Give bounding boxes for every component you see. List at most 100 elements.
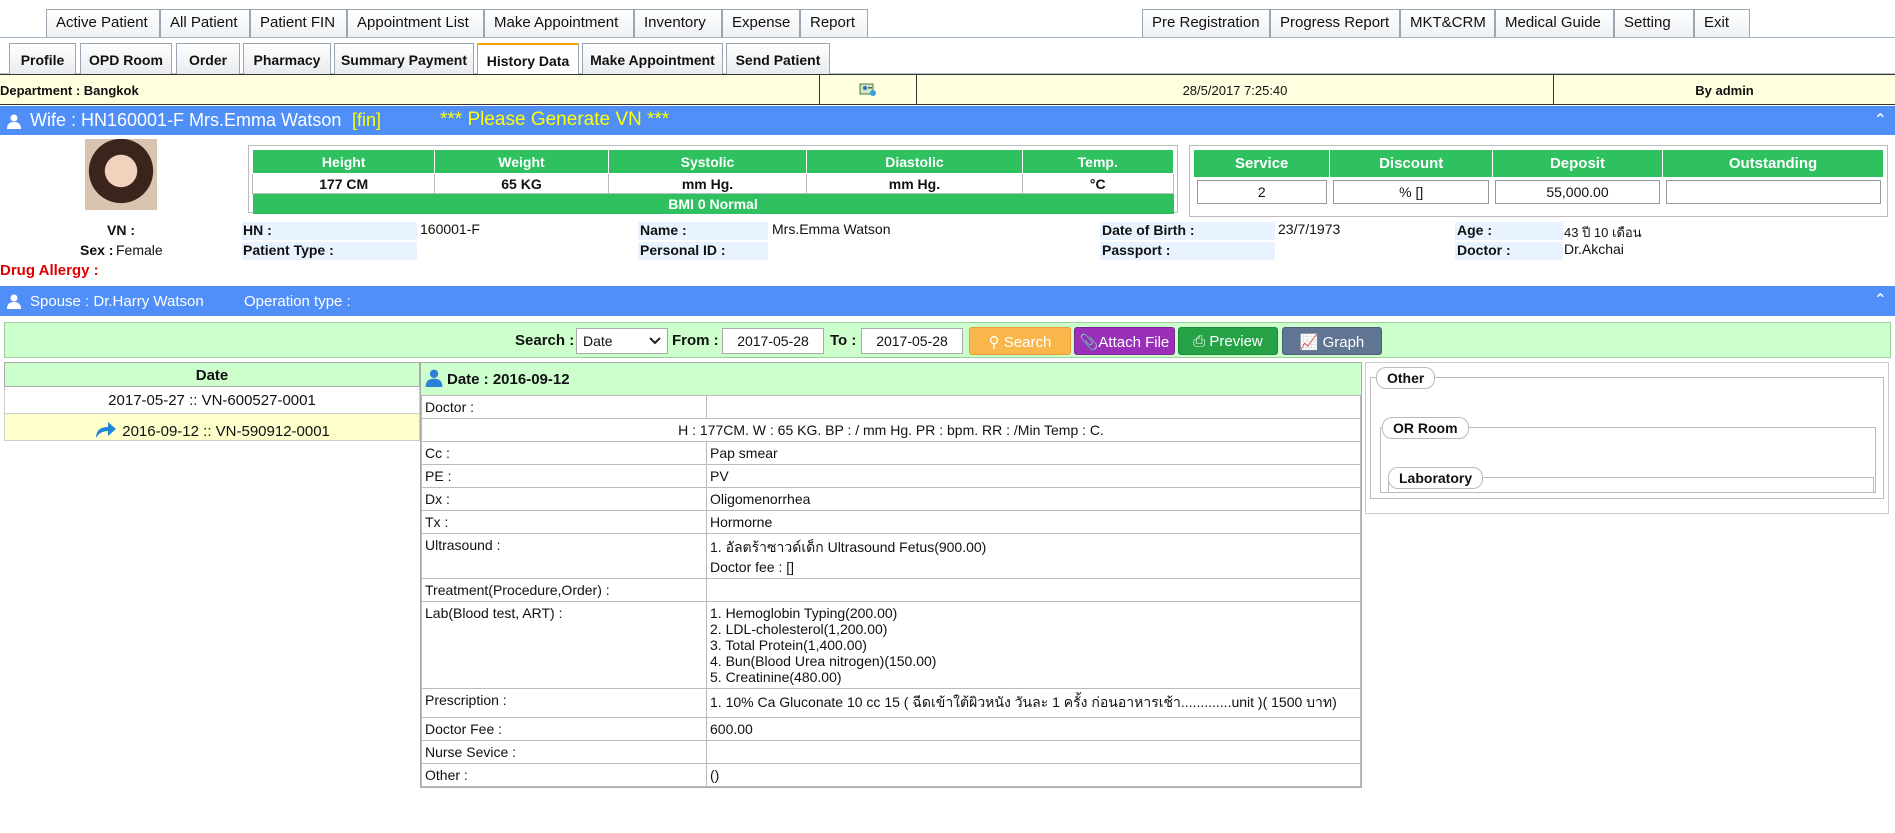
table-row: Treatment(Procedure,Order) : [421, 578, 1361, 602]
passport-label: Passport : [1102, 242, 1171, 258]
billing-header: Deposit [1491, 149, 1664, 178]
search-type-select[interactable]: Date [576, 328, 668, 354]
detail-row-value [706, 578, 1361, 602]
hn-label: HN : [243, 222, 272, 238]
table-row: Nurse Sevice : [421, 740, 1361, 764]
detail-row-label: Ultrasound : [421, 533, 707, 579]
service-field[interactable]: 2 [1196, 180, 1327, 204]
dob-value: 23/7/1973 [1278, 221, 1341, 237]
table-row: Lab(Blood test, ART) :1. Hemoglobin Typi… [421, 601, 1361, 689]
tab-progress-report[interactable]: Progress Report [1270, 9, 1400, 37]
tab-expense[interactable]: Expense [722, 9, 800, 37]
detail-value-line: 5. Creatinine(480.00) [710, 669, 842, 685]
age-value: 43 ปี 10 เดือน [1564, 225, 1642, 240]
collapse-icon[interactable]: ⌃ [1874, 290, 1887, 310]
history-detail-panel: Date : 2016-09-12 Doctor : H : 177CM. W … [420, 362, 1362, 788]
detail-value-line: 1. 10% Ca Gluconate 10 cc 15 ( ฉีดเข้าใต… [710, 694, 1337, 710]
detail-row-label: Doctor Fee : [421, 717, 707, 741]
detail-row-value: 600.00 [706, 717, 1361, 741]
detail-row-value: 1. 10% Ca Gluconate 10 cc 15 ( ฉีดเข้าใต… [706, 688, 1361, 718]
department-label: Department : Bangkok [0, 75, 820, 104]
detail-value-line: Doctor fee : [] [710, 559, 795, 575]
detail-row-label: PE : [421, 464, 707, 488]
detail-header: Date : 2016-09-12 [421, 363, 1361, 395]
wife-header: Wife : HN160001-F Mrs.Emma Watson [fin] … [0, 106, 1895, 135]
vitals-panel: Height Weight Systolic Diastolic Temp. 1… [248, 145, 1178, 214]
graph-button[interactable]: 📈 Graph [1282, 327, 1382, 355]
spouse-header: Spouse : Dr.Harry Watson Operation type … [0, 286, 1895, 316]
outstanding-field[interactable] [1665, 180, 1881, 204]
vital-header: Diastolic [806, 149, 1023, 174]
patient-photo [85, 139, 157, 210]
age-label: Age : [1457, 222, 1492, 238]
attach-file-button[interactable]: 📎Attach File [1074, 327, 1175, 355]
detail-row-label: Lab(Blood test, ART) : [421, 601, 707, 689]
detail-row-value: 1. อัลตร้าซาวด์เด็ก Ultrasound Fetus(900… [706, 533, 1361, 579]
other-legend: Other [1376, 367, 1436, 389]
tab-appointment-list[interactable]: Appointment List [347, 9, 484, 37]
detail-date-title: Date : 2016-09-12 [447, 371, 570, 388]
tab-exit[interactable]: Exit [1694, 9, 1750, 37]
subtab-summary-payment[interactable]: Summary Payment [334, 43, 474, 75]
subtab-profile[interactable]: Profile [9, 43, 76, 75]
table-row: Cc : Pap smear [421, 441, 1361, 465]
detail-value-line: 600.00 [710, 721, 753, 737]
detail-row-value: () [706, 763, 1361, 787]
table-row: PE : PV [421, 464, 1361, 488]
drug-allergy-label: Drug Allergy : [0, 262, 99, 279]
sex-value: Female [116, 242, 163, 258]
tab-report[interactable]: Report [800, 9, 868, 37]
search-icon: ⚲ [988, 334, 1004, 351]
tab-medical-guide[interactable]: Medical Guide [1495, 9, 1614, 37]
discount-field[interactable]: % [] [1332, 180, 1490, 204]
preview-button[interactable]: ⎙ Preview [1178, 327, 1278, 355]
collapse-icon[interactable]: ⌃ [1874, 110, 1887, 130]
subtab-pharmacy[interactable]: Pharmacy [243, 43, 331, 75]
detail-value-line: Pap smear [710, 445, 778, 461]
tab-setting[interactable]: Setting [1614, 9, 1694, 37]
tab-all-patient[interactable]: All Patient [160, 9, 250, 37]
detail-value-line [710, 582, 1357, 597]
to-date-input[interactable]: 2017-05-28 [861, 328, 963, 354]
tab-inventory[interactable]: Inventory [634, 9, 722, 37]
to-label: To : [830, 332, 857, 349]
vital-weight: 65 KG [434, 173, 609, 194]
current-datetime: 28/5/2017 7:25:40 [917, 75, 1554, 104]
from-date-input[interactable]: 2017-05-28 [722, 328, 824, 354]
logged-in-user: By admin [1695, 83, 1754, 98]
table-row: Tx : Hormorne [421, 510, 1361, 534]
vital-systolic: mm Hg. [607, 173, 808, 194]
search-button[interactable]: ⚲ Search [969, 327, 1071, 355]
billing-header: Service [1192, 149, 1331, 178]
table-row: Prescription :1. 10% Ca Gluconate 10 cc … [421, 688, 1361, 718]
laboratory-legend: Laboratory [1388, 467, 1484, 489]
billing-panel: Service Discount Deposit Outstanding 2 %… [1189, 145, 1888, 217]
subtab-send-patient[interactable]: Send Patient [726, 43, 830, 75]
paperclip-icon: 📎 [1079, 334, 1099, 351]
user-card-icon[interactable] [820, 75, 917, 104]
detail-value-line: 4. Bun(Blood Urea nitrogen)(150.00) [710, 653, 937, 669]
chevron-down-icon [649, 337, 661, 345]
wife-title: Wife : HN160001-F Mrs.Emma Watson [30, 110, 342, 130]
detail-value-line: 2. LDL-cholesterol(1,200.00) [710, 621, 888, 637]
main-nav: Active Patient All Patient Patient FIN A… [0, 0, 1895, 38]
bmi-row: BMI 0 Normal [252, 193, 1174, 214]
subtab-opd-room[interactable]: OPD Room [80, 43, 172, 75]
search-label: Search : [515, 332, 575, 349]
tab-make-appointment[interactable]: Make Appointment [484, 9, 634, 37]
list-item[interactable]: 2017-05-27 :: VN-600527-0001 [4, 387, 420, 414]
detail-row-label: Treatment(Procedure,Order) : [421, 578, 707, 602]
deposit-field[interactable]: 55,000.00 [1495, 180, 1660, 204]
subtab-history-data[interactable]: History Data [477, 43, 579, 77]
detail-row-label: Cc : [421, 441, 707, 465]
tab-active-patient[interactable]: Active Patient [46, 9, 160, 37]
subtab-make-appointment[interactable]: Make Appointment [582, 43, 723, 75]
tab-mkt-crm[interactable]: MKT&CRM [1400, 9, 1495, 37]
list-item-selected[interactable]: 2016-09-12 :: VN-590912-0001 [4, 414, 420, 441]
subtab-order[interactable]: Order [176, 43, 240, 75]
detail-row-label: Dx : [421, 487, 707, 511]
detail-value-line: 1. Hemoglobin Typing(200.00) [710, 605, 898, 621]
tab-patient-fin[interactable]: Patient FIN [250, 9, 347, 37]
tab-pre-registration[interactable]: Pre Registration [1142, 9, 1270, 37]
patient-subnav: Profile OPD Room Order Pharmacy Summary … [0, 38, 1895, 77]
